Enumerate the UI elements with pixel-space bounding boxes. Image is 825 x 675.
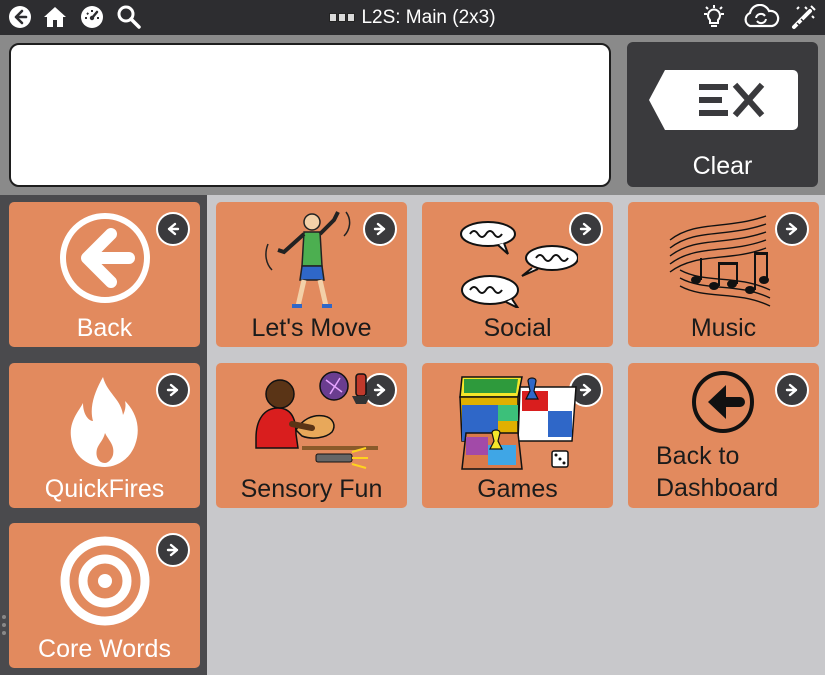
back-label: Back bbox=[76, 314, 133, 342]
home-icon[interactable] bbox=[42, 4, 68, 30]
sensory-fun-label: Sensory Fun bbox=[240, 475, 383, 503]
lets-move-label: Let's Move bbox=[251, 314, 372, 342]
dashboard-gauge-icon[interactable] bbox=[79, 4, 105, 30]
clear-button[interactable]: Clear bbox=[627, 42, 818, 187]
edit-wand-icon[interactable] bbox=[791, 4, 817, 30]
search-icon[interactable] bbox=[116, 4, 142, 30]
back-cell[interactable]: Back bbox=[9, 202, 200, 347]
back-arrow-icon bbox=[692, 371, 754, 433]
page-title: L2S: Main (2x3) bbox=[361, 6, 496, 28]
music-notes-icon bbox=[669, 215, 771, 307]
games-cell[interactable]: Games bbox=[422, 363, 613, 508]
social-cell[interactable]: Social bbox=[422, 202, 613, 347]
games-label: Games bbox=[477, 475, 558, 503]
top-toolbar: L2S: Main (2x3) bbox=[0, 0, 825, 35]
core-words-cell[interactable]: Core Words bbox=[9, 523, 200, 668]
button-grid: Let's Move Social Music Sensory Fun Game… bbox=[207, 195, 825, 675]
clear-label: Clear bbox=[692, 152, 753, 180]
quickfires-cell[interactable]: QuickFires bbox=[9, 363, 200, 508]
page-indicator bbox=[2, 615, 6, 639]
quickfires-label: QuickFires bbox=[44, 475, 165, 503]
back-to-dashboard-line1: Back to bbox=[656, 442, 740, 470]
sensory-play-icon bbox=[255, 371, 378, 469]
brightness-icon[interactable] bbox=[701, 4, 727, 30]
back-to-dashboard-line2: Dashboard bbox=[656, 474, 779, 502]
lets-move-cell[interactable]: Let's Move bbox=[216, 202, 407, 347]
message-window[interactable] bbox=[9, 43, 611, 187]
grid-size-icon bbox=[329, 13, 356, 22]
back-arrow-icon bbox=[59, 213, 150, 303]
music-label: Music bbox=[690, 314, 757, 342]
sensory-fun-cell[interactable]: Sensory Fun bbox=[216, 363, 407, 508]
back-to-dashboard-cell[interactable]: Back to Dashboard bbox=[628, 363, 819, 508]
target-icon bbox=[60, 536, 149, 626]
message-bar: Clear bbox=[0, 35, 825, 195]
arrow-right-icon bbox=[775, 373, 809, 407]
dancing-person-icon bbox=[264, 211, 350, 308]
music-cell[interactable]: Music bbox=[628, 202, 819, 347]
back-to-dashboard-label: Back to Dashboard bbox=[656, 440, 778, 504]
eraser-icon bbox=[649, 70, 798, 130]
speech-bubbles-icon bbox=[460, 221, 578, 308]
core-words-label: Core Words bbox=[38, 635, 171, 663]
back-icon[interactable] bbox=[7, 4, 33, 30]
social-label: Social bbox=[483, 314, 552, 342]
flame-icon bbox=[70, 377, 138, 467]
board-games-icon bbox=[459, 376, 577, 470]
cloud-sync-icon[interactable] bbox=[740, 4, 782, 30]
sidebar: Back QuickFires Core Words bbox=[0, 195, 207, 675]
